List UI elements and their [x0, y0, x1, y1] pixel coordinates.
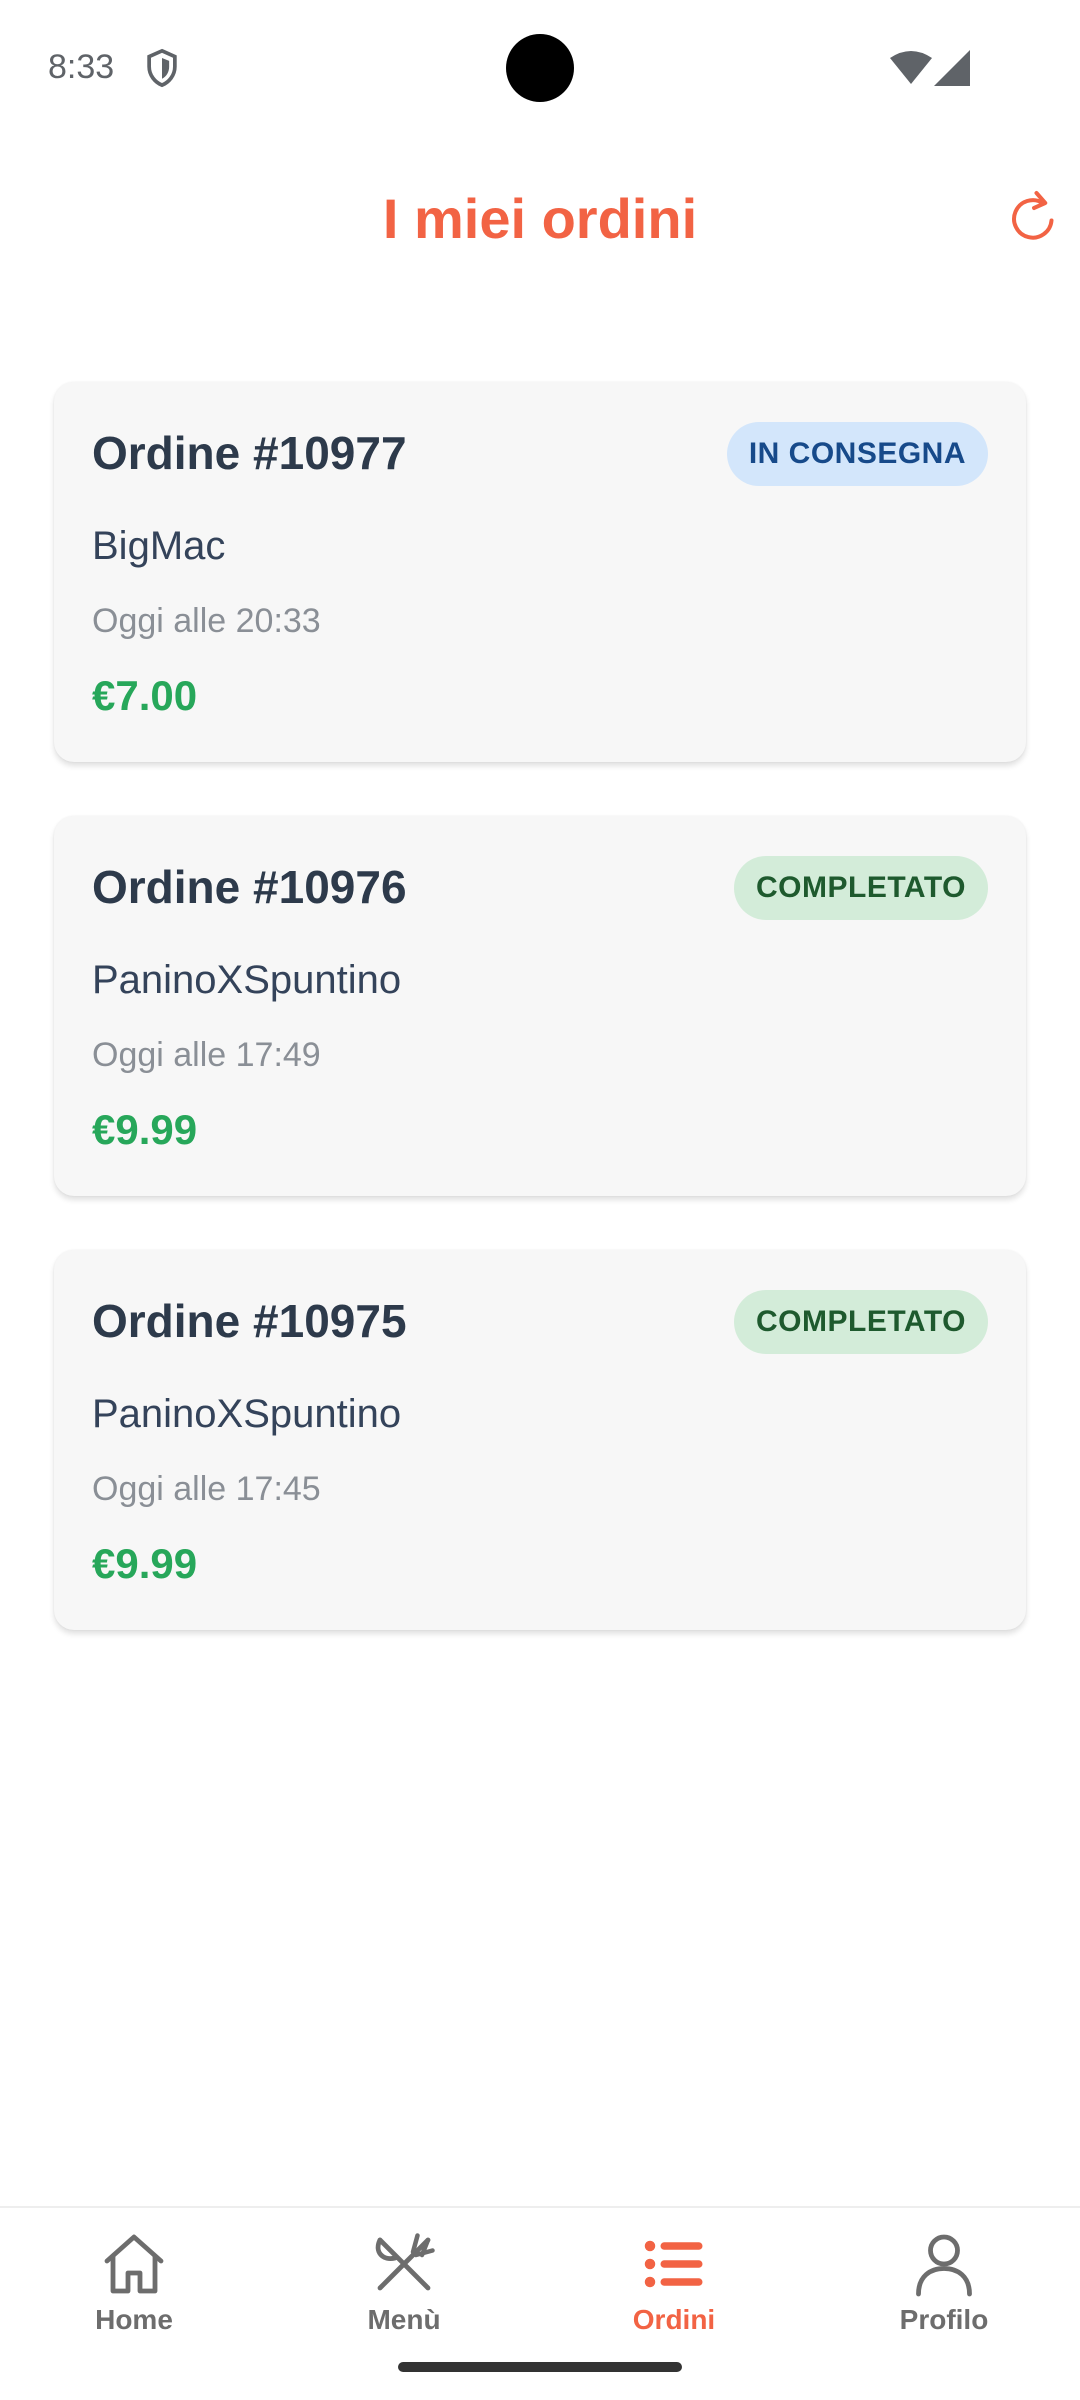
order-number: Ordine #10976 — [92, 861, 407, 913]
nav-label: Profilo — [899, 2304, 989, 2335]
status-badge: COMPLETATO — [734, 856, 988, 920]
order-time: Oggi alle 17:49 — [92, 1036, 321, 1074]
order-price: €9.99 — [92, 1106, 198, 1153]
nav-item-profile[interactable]: Profilo — [844, 2228, 1044, 2348]
nav-label: Ordini — [632, 2304, 716, 2335]
utensils-icon — [375, 2233, 435, 2291]
order-price: €7.00 — [92, 672, 198, 719]
order-price: €9.99 — [92, 1540, 198, 1587]
status-time: 8:33 — [48, 48, 115, 86]
orders-screen: 8:33 I miei ordini Ordine #10977 IN CONS… — [0, 0, 1080, 2400]
order-time: Oggi alle 20:33 — [92, 602, 321, 640]
nav-item-menu[interactable]: Menù — [304, 2228, 504, 2348]
order-time: Oggi alle 17:45 — [92, 1470, 321, 1508]
orders-list: Ordine #10977 IN CONSEGNA BigMac Oggi al… — [54, 382, 1026, 1684]
status-badge: COMPLETATO — [734, 1290, 988, 1354]
order-card[interactable]: Ordine #10976 COMPLETATO PaninoXSpuntino… — [54, 816, 1026, 1196]
shield-icon — [147, 48, 177, 88]
nav-label: Home — [95, 2304, 173, 2335]
user-icon — [916, 2234, 972, 2297]
nav-label: Menù — [367, 2304, 441, 2335]
order-card[interactable]: Ordine #10975 COMPLETATO PaninoXSpuntino… — [54, 1250, 1026, 1630]
restaurant-name: BigMac — [92, 524, 226, 568]
wifi-icon — [890, 51, 932, 84]
order-number: Ordine #10977 — [92, 427, 407, 479]
page-title: I miei ordini — [382, 187, 698, 250]
restaurant-name: PaninoXSpuntino — [92, 958, 402, 1002]
home-icon — [104, 2234, 164, 2294]
list-icon — [644, 2240, 703, 2288]
signal-icon — [934, 50, 970, 86]
camera-cutout — [506, 34, 574, 102]
status-bar: 8:33 — [0, 0, 1080, 140]
status-badge: IN CONSEGNA — [726, 422, 988, 486]
order-number: Ordine #10975 — [92, 1295, 407, 1347]
nav-item-orders[interactable]: Ordini — [574, 2228, 774, 2348]
home-indicator[interactable] — [398, 2362, 682, 2372]
nav-item-home[interactable]: Home — [34, 2228, 234, 2348]
restaurant-name: PaninoXSpuntino — [92, 1392, 402, 1436]
refresh-icon[interactable] — [1004, 188, 1064, 248]
order-card[interactable]: Ordine #10977 IN CONSEGNA BigMac Oggi al… — [54, 382, 1026, 762]
